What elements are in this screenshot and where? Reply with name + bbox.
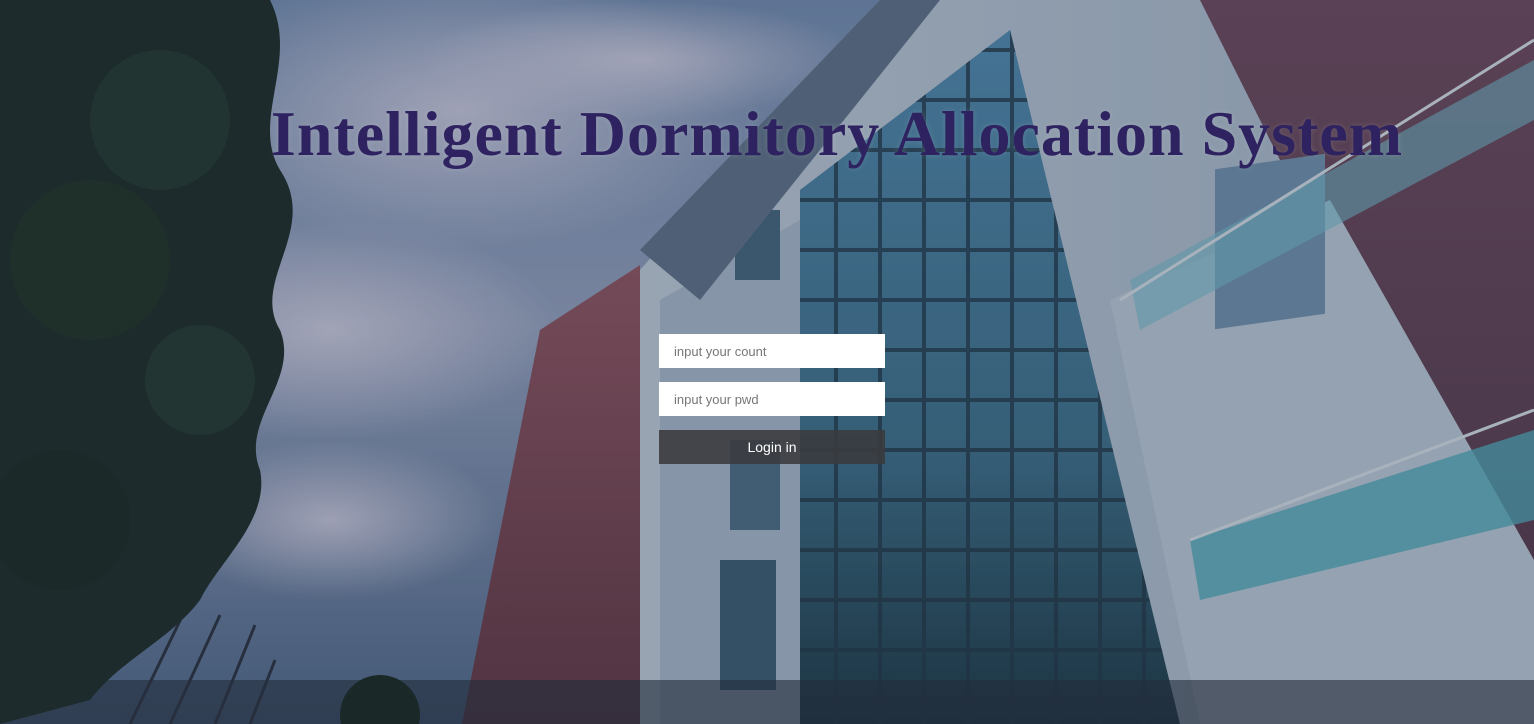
login-form: Login in [659, 334, 885, 464]
login-button[interactable]: Login in [659, 430, 885, 464]
password-input[interactable] [659, 382, 885, 416]
account-input[interactable] [659, 334, 885, 368]
page-title: Intelligent Dormitory Allocation System [270, 98, 1404, 169]
login-page: Intelligent Dormitory Allocation System … [0, 0, 1534, 724]
